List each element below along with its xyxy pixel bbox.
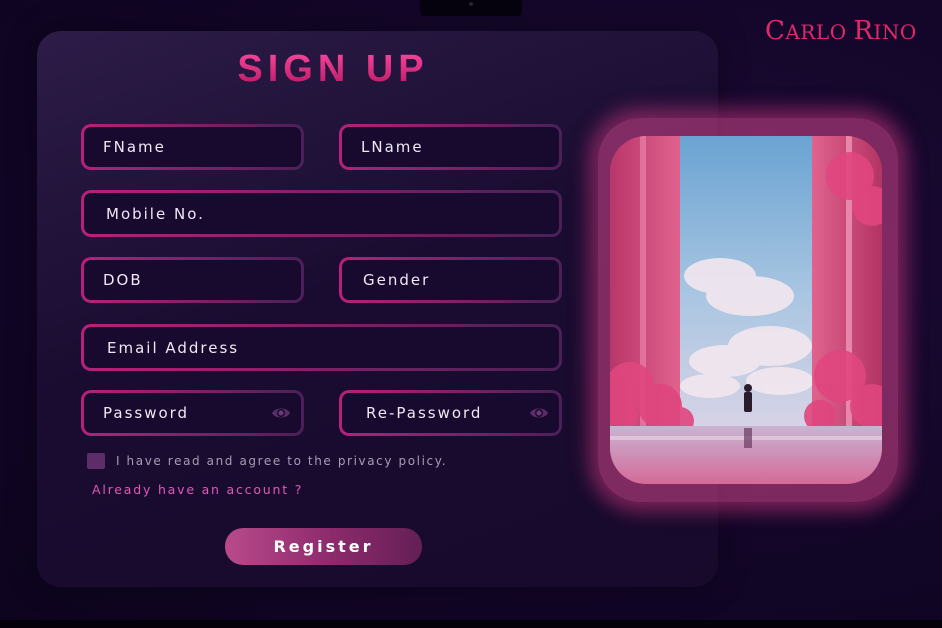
brand-logo: CARLO RINO bbox=[765, 16, 917, 46]
mobile-field[interactable]: Mobile No. bbox=[81, 190, 562, 237]
fname-field[interactable]: FName bbox=[81, 124, 304, 170]
bottom-bar bbox=[0, 620, 942, 628]
hero-image bbox=[610, 136, 882, 484]
register-button[interactable]: Register bbox=[225, 528, 422, 565]
camera-dot bbox=[469, 2, 473, 6]
brand-letter-c: C bbox=[765, 16, 786, 46]
brand-letter-r: R bbox=[853, 16, 874, 46]
camera-notch bbox=[420, 0, 522, 16]
privacy-agree-text: I have read and agree to the privacy pol… bbox=[116, 454, 448, 468]
mobile-placeholder: Mobile No. bbox=[106, 205, 205, 223]
lname-field[interactable]: LName bbox=[339, 124, 562, 170]
password-field[interactable]: Password bbox=[81, 390, 304, 436]
gender-field[interactable]: Gender bbox=[339, 257, 562, 303]
email-field[interactable]: Email Address bbox=[81, 324, 562, 371]
privacy-checkbox[interactable] bbox=[87, 453, 105, 469]
dob-placeholder: DOB bbox=[103, 271, 143, 289]
brand-arlo: ARLO bbox=[785, 20, 854, 44]
email-placeholder: Email Address bbox=[107, 339, 240, 357]
dob-field[interactable]: DOB bbox=[81, 257, 304, 303]
page-title: SIGN UP bbox=[0, 48, 666, 91]
repassword-field[interactable]: Re-Password bbox=[339, 390, 562, 436]
eye-icon[interactable] bbox=[529, 405, 549, 421]
password-placeholder: Password bbox=[103, 404, 190, 422]
repassword-placeholder: Re-Password bbox=[366, 404, 483, 422]
eye-icon[interactable] bbox=[271, 405, 291, 421]
page: CARLO RINO SIGN UP FName LName Mobile No… bbox=[0, 0, 942, 628]
gender-placeholder: Gender bbox=[363, 271, 431, 289]
lname-placeholder: LName bbox=[361, 138, 424, 156]
fname-placeholder: FName bbox=[103, 138, 166, 156]
login-link[interactable]: Already have an account ? bbox=[92, 482, 303, 497]
hero-scene-illustration bbox=[610, 136, 882, 484]
brand-ino: INO bbox=[873, 20, 917, 44]
